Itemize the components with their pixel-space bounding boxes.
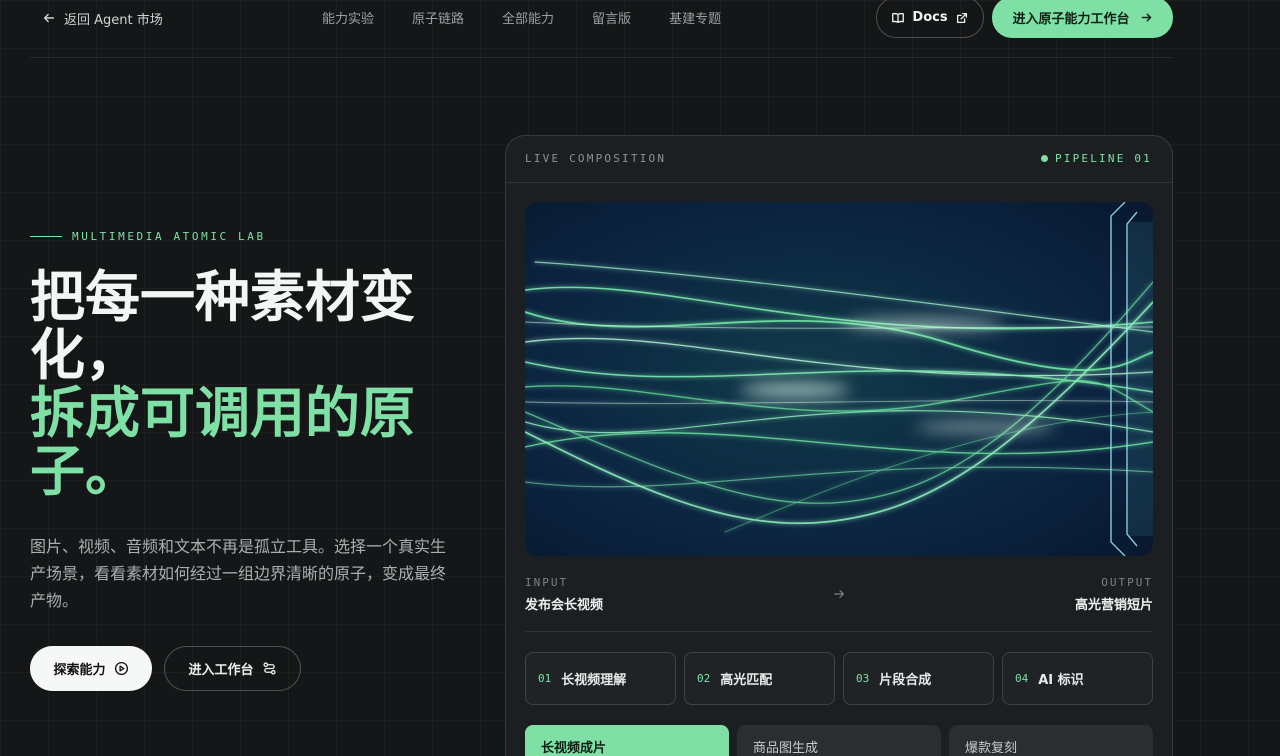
enter-workspace-button[interactable]: 进入原子能力工作台: [992, 0, 1173, 38]
step-name: AI 标识: [1038, 673, 1084, 688]
light-streams-visual: [525, 202, 1153, 556]
docs-button[interactable]: Docs: [876, 0, 984, 38]
headline-line-1: 把每一种素材变化，: [30, 265, 416, 387]
arrow-right-icon: [1141, 13, 1151, 22]
pipeline-step[interactable]: 04 AI 标识: [1002, 652, 1153, 705]
top-nav: 返回 Agent 市场 能力实验 原子链路 全部能力 留言版 基建专题 Docs…: [0, 0, 1280, 58]
pipeline-badge: PIPELINE 01: [1040, 152, 1152, 165]
back-to-agent-market-link[interactable]: 返回 Agent 市场: [42, 8, 163, 28]
route-icon: [262, 662, 276, 675]
scenario-tabs: 长视频成片 商品图生成 爆款复刻: [525, 725, 1153, 756]
external-link-icon: [956, 12, 967, 23]
pipeline-label: PIPELINE 01: [1054, 152, 1152, 165]
step-number: 02: [697, 672, 711, 685]
nav-link-atomic-chain[interactable]: 原子链路: [412, 8, 464, 27]
headline-line-2: 拆成可调用的原子。: [30, 381, 416, 503]
hero-description: 图片、视频、音频和文本不再是孤立工具。选择一个真实生产场景，看看素材如何经过一组…: [30, 537, 447, 610]
input-block: INPUT 发布会长视频: [525, 576, 603, 613]
pipeline-step[interactable]: 02 高光匹配: [684, 652, 835, 705]
nav-link-infrastructure[interactable]: 基建专题: [669, 8, 721, 27]
explore-label: 探索能力: [53, 663, 106, 678]
step-name: 长视频理解: [561, 673, 627, 688]
nav-divider: [30, 57, 1173, 58]
input-output-row: INPUT 发布会长视频 OUTPUT 高光营销短片: [525, 576, 1153, 632]
step-number: 03: [856, 672, 870, 685]
output-value: 高光营销短片: [1074, 598, 1153, 613]
nav-link-message-board[interactable]: 留言版: [592, 8, 631, 27]
step-name: 高光匹配: [720, 673, 773, 688]
step-number: 04: [1015, 672, 1029, 685]
enter-workspace-label: 进入原子能力工作台: [1012, 12, 1130, 27]
eyebrow-text: MULTIMEDIA ATOMIC LAB: [72, 230, 266, 243]
pipeline-step[interactable]: 01 长视频理解: [525, 652, 676, 705]
eyebrow-line: [30, 236, 62, 237]
tab-viral-replicate[interactable]: 爆款复刻: [949, 725, 1153, 756]
input-label: INPUT: [525, 576, 569, 589]
tab-product-image[interactable]: 商品图生成: [737, 725, 941, 756]
media-preview: [525, 202, 1153, 556]
tab-long-video[interactable]: 长视频成片: [525, 725, 729, 756]
main-nav: 能力实验 原子链路 全部能力 留言版 基建专题: [322, 8, 721, 27]
live-composition-label: LIVE COMPOSITION: [525, 152, 667, 165]
output-block: OUTPUT 高光营销短片: [1075, 576, 1153, 613]
pipeline-steps: 01 长视频理解 02 高光匹配 03 片段合成 04 AI 标识: [525, 652, 1153, 705]
explore-capabilities-button[interactable]: 探索能力: [30, 646, 152, 691]
panel-header: LIVE COMPOSITION PIPELINE 01: [506, 136, 1172, 183]
docs-label: Docs: [912, 10, 948, 25]
enter-workbench-button[interactable]: 进入工作台: [164, 646, 301, 691]
step-number: 01: [538, 672, 552, 685]
pipeline-step[interactable]: 03 片段合成: [843, 652, 994, 705]
input-value: 发布会长视频: [525, 598, 604, 613]
nav-link-all-capabilities[interactable]: 全部能力: [502, 8, 554, 27]
hero-eyebrow: MULTIMEDIA ATOMIC LAB: [30, 230, 266, 243]
nav-link-capability-lab[interactable]: 能力实验: [322, 8, 374, 27]
hero-headline: 把每一种素材变化， 拆成可调用的原子。: [30, 268, 450, 500]
output-label: OUTPUT: [1101, 576, 1153, 589]
arrow-left-icon: [43, 13, 55, 23]
live-composition-panel: LIVE COMPOSITION PIPELINE 01 INPUT 发布会长视…: [505, 135, 1173, 756]
step-name: 片段合成: [879, 673, 932, 688]
enter-workbench-label: 进入工作台: [188, 663, 254, 678]
status-dot: [1040, 155, 1048, 162]
flow-arrow-icon: [834, 589, 844, 599]
play-circle-icon: [114, 661, 128, 676]
back-link-label: 返回 Agent 市场: [64, 12, 163, 28]
book-icon: [892, 12, 905, 23]
